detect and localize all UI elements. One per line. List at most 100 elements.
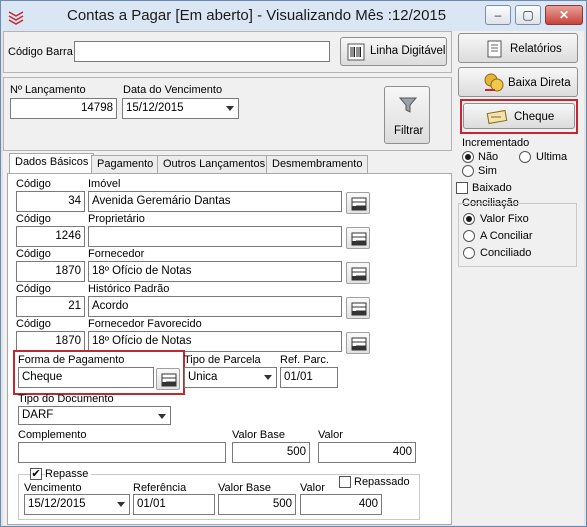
barcode-label: Código Barra	[8, 46, 73, 58]
checkmark-icon: ✔	[31, 468, 41, 480]
incremented-last-radio[interactable]	[519, 151, 531, 163]
launch-number-input[interactable]: 14798	[10, 98, 117, 119]
code-label: Código	[16, 283, 51, 295]
window-title: Contas a Pagar [Em aberto] - Visualizand…	[67, 7, 447, 24]
owner-name-input[interactable]	[88, 226, 342, 247]
list-icon	[351, 337, 367, 351]
fixed-value-radio[interactable]	[463, 213, 475, 225]
side-panel: Relatórios Baixa Direta Cheque Increment…	[456, 31, 582, 525]
supplier-code-input[interactable]: 1870	[16, 261, 85, 282]
minimize-icon: ‒	[494, 8, 502, 22]
property-name-input[interactable]: Avenida Geremário Dantas	[88, 191, 342, 212]
owner-code-input[interactable]: 1246	[16, 226, 85, 247]
report-icon	[487, 40, 502, 58]
due-date-select[interactable]: 15/12/2015	[122, 98, 239, 119]
digitable-line-button[interactable]: Linha Digitável	[340, 37, 447, 66]
supplier-lookup-button[interactable]	[346, 262, 370, 284]
title-bar: Contas a Pagar [Em aberto] - Visualizand…	[1, 1, 586, 31]
incremented-last-label: Ultima	[536, 151, 568, 163]
repasse-base-input[interactable]: 500	[218, 494, 296, 515]
due-date-value: 15/12/2015	[126, 102, 184, 114]
direct-write-off-button[interactable]: Baixa Direta	[458, 67, 578, 97]
barcode-input[interactable]	[74, 41, 330, 62]
reconciled-label: Conciliado	[480, 247, 532, 259]
favored-name-input[interactable]: 18º Ofício de Notas	[88, 331, 342, 352]
standard-history-label: Histórico Padrão	[88, 283, 170, 295]
chevron-down-icon	[158, 414, 166, 419]
tab-basic-data-panel: Código Imóvel 34 Avenida Geremário Danta…	[7, 173, 452, 525]
ref-parc-input[interactable]: 01/01	[280, 367, 338, 388]
repasse-checkbox[interactable]: ✔	[30, 468, 42, 480]
list-icon	[351, 302, 367, 316]
launch-number-label: Nº Lançamento	[10, 84, 86, 96]
repasse-base-label: Valor Base	[218, 482, 271, 494]
due-date-label: Data do Vencimento	[123, 84, 223, 96]
tab-basic-data[interactable]: Dados Básicos	[9, 153, 95, 174]
direct-write-off-label: Baixa Direta	[508, 77, 571, 89]
code-label: Código	[16, 178, 51, 190]
filter-button[interactable]: Filtrar	[384, 86, 430, 144]
maximize-button[interactable]: ▢	[515, 5, 541, 25]
tab-other-launches[interactable]: Outros Lançamentos	[157, 155, 272, 173]
incremented-yes-radio[interactable]	[462, 165, 474, 177]
filter-label: Filtrar	[394, 125, 424, 137]
list-icon	[351, 197, 367, 211]
chevron-down-icon	[226, 106, 234, 111]
minimize-button[interactable]: ‒	[485, 5, 511, 25]
repasse-due-select[interactable]: 15/12/2015	[24, 494, 130, 515]
coins-icon	[484, 73, 504, 92]
tab-payment[interactable]: Pagamento	[91, 155, 160, 173]
owner-lookup-button[interactable]	[346, 227, 370, 249]
reports-label: Relatórios	[510, 43, 562, 55]
supplier-name-input[interactable]: 18º Ofício de Notas	[88, 261, 342, 282]
complement-label: Complemento	[18, 429, 87, 441]
repasse-label: Repasse	[45, 468, 92, 480]
property-lookup-button[interactable]	[346, 192, 370, 214]
doc-type-label: Tipo do Documento	[18, 393, 114, 405]
value-input[interactable]: 400	[318, 442, 416, 463]
list-icon	[351, 232, 367, 246]
to-reconcile-radio[interactable]	[463, 230, 475, 242]
value-label: Valor	[318, 429, 343, 441]
history-name-input[interactable]: Acordo	[88, 296, 342, 317]
repasse-ref-label: Referência	[133, 482, 187, 494]
repasse-ref-input[interactable]: 01/01	[133, 494, 215, 515]
repasse-value-label: Valor	[300, 482, 325, 494]
favored-supplier-label: Fornecedor Favorecido	[88, 318, 202, 330]
payment-form-highlight	[13, 350, 185, 395]
repasse-due-label: Vencimento	[24, 482, 82, 494]
code-label: Código	[16, 248, 51, 260]
close-icon: ✕	[558, 8, 570, 22]
owner-label: Proprietário	[88, 213, 145, 225]
parcel-type-value: Unica	[188, 371, 218, 383]
history-lookup-button[interactable]	[346, 297, 370, 319]
baixado-checkbox[interactable]	[456, 182, 468, 194]
parcel-type-select[interactable]: Unica	[184, 367, 277, 388]
digitable-line-label: Linha Digitável	[370, 45, 446, 57]
complement-input[interactable]	[18, 442, 226, 463]
supplier-label: Fornecedor	[88, 248, 145, 260]
favored-code-input[interactable]: 1870	[16, 331, 85, 352]
chevron-down-icon	[117, 502, 125, 507]
base-value-input[interactable]: 500	[232, 442, 310, 463]
doc-type-value: DARF	[22, 409, 54, 421]
incremented-label: Incrementado	[462, 137, 530, 149]
favored-lookup-button[interactable]	[346, 332, 370, 354]
repassado-checkbox[interactable]	[339, 476, 351, 488]
tab-dismemberment[interactable]: Desmembramento	[266, 155, 369, 173]
app-icon	[8, 11, 24, 25]
chevron-down-icon	[264, 375, 272, 380]
doc-type-select[interactable]: DARF	[18, 406, 171, 425]
repasse-due-value: 15/12/2015	[28, 498, 86, 510]
incremented-no-radio[interactable]	[462, 151, 474, 163]
history-code-input[interactable]: 21	[16, 296, 85, 317]
window-client: Código Barra Linha Digitável Nº Lançamen…	[3, 31, 584, 525]
reconciled-radio[interactable]	[463, 247, 475, 259]
repasse-value-input[interactable]: 400	[300, 494, 382, 515]
list-icon	[351, 267, 367, 281]
close-button[interactable]: ✕	[545, 5, 583, 25]
reports-button[interactable]: Relatórios	[458, 33, 578, 63]
property-code-input[interactable]: 34	[16, 191, 85, 212]
cheque-highlight	[460, 99, 578, 134]
main-window: Contas a Pagar [Em aberto] - Visualizand…	[0, 0, 587, 527]
